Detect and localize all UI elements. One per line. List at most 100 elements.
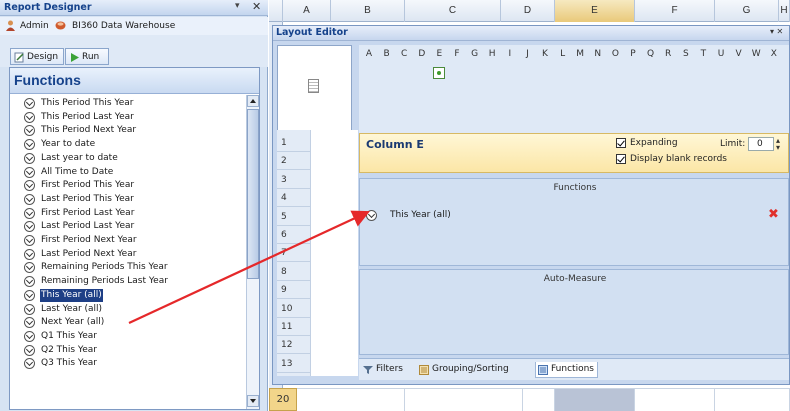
tab-design[interactable]: Design — [10, 48, 64, 65]
layout-row-number[interactable]: 2 — [277, 152, 310, 171]
limit-input[interactable]: 0 — [748, 137, 774, 151]
function-item[interactable]: This Year (all) — [24, 288, 103, 302]
function-item[interactable]: Last Period Last Year — [24, 220, 135, 233]
layout-column-letter[interactable]: P — [627, 49, 639, 59]
layout-column-letter[interactable]: X — [768, 49, 780, 59]
layout-column-letter[interactable]: M — [574, 49, 586, 59]
function-item[interactable]: Q1 This Year — [24, 330, 98, 343]
scroll-thumb[interactable] — [247, 109, 259, 279]
layout-thumbnail[interactable] — [277, 45, 352, 143]
tab-functions[interactable]: Functions — [535, 362, 598, 378]
function-expand-icon[interactable] — [366, 210, 377, 221]
layout-column-letter[interactable]: I — [504, 49, 516, 59]
expanding-checkbox[interactable] — [616, 138, 626, 148]
function-item[interactable]: All Time to Date — [24, 166, 114, 179]
function-item[interactable]: Year to date — [24, 138, 96, 151]
layout-row-number[interactable]: 7 — [277, 244, 310, 263]
layout-row-number[interactable]: 9 — [277, 281, 310, 300]
grid-cell[interactable] — [523, 388, 555, 411]
column-header[interactable]: F — [635, 0, 715, 22]
layout-editor: Layout Editor ▾ ✕ XWVUTSRQPONMLKJIHGFEDC… — [272, 25, 790, 385]
select-all-corner[interactable] — [269, 0, 283, 22]
display-blank-checkbox[interactable] — [616, 154, 626, 164]
layout-column-letter[interactable]: A — [363, 49, 375, 59]
designer-tabs: Design Run — [0, 35, 268, 67]
layout-column-letter[interactable]: N — [592, 49, 604, 59]
column-header[interactable]: G — [715, 0, 779, 22]
function-item[interactable]: This Period Last Year — [24, 111, 135, 124]
layout-row-number[interactable]: 12 — [277, 336, 310, 355]
column-properties: Column E Expanding Limit: 0 ▴ ▾ Display b… — [359, 133, 789, 173]
row-header-active[interactable]: 20 — [269, 388, 297, 411]
function-item[interactable]: Next Year (all) — [24, 316, 105, 329]
function-item[interactable]: Remaining Periods Last Year — [24, 275, 169, 288]
column-header[interactable]: D — [501, 0, 555, 22]
function-item[interactable]: First Period This Year — [24, 179, 135, 192]
layout-row-number[interactable]: 1 — [277, 134, 310, 152]
function-expand-icon — [24, 235, 35, 246]
column-header[interactable]: C — [405, 0, 501, 22]
grid-cell[interactable] — [297, 388, 405, 411]
layout-column-letter[interactable]: C — [398, 49, 410, 59]
layout-column-letter[interactable]: W — [750, 49, 762, 59]
scroll-up-icon[interactable] — [247, 95, 259, 107]
layout-column-letter[interactable]: F — [451, 49, 463, 59]
tab-grouping-sorting[interactable]: Grouping/Sorting — [417, 362, 512, 378]
layout-column-letter[interactable]: S — [680, 49, 692, 59]
pin-dropdown-icon[interactable]: ▾ ✕ — [770, 27, 783, 36]
function-item[interactable]: Last Period Next Year — [24, 248, 137, 261]
function-item[interactable]: Q3 This Year — [24, 357, 98, 370]
layout-row-number[interactable]: 11 — [277, 318, 310, 336]
layout-column-letter[interactable]: B — [381, 49, 393, 59]
function-item[interactable]: Q2 This Year — [24, 344, 98, 357]
function-item[interactable]: This Period Next Year — [24, 124, 137, 137]
layout-column-letter[interactable]: K — [539, 49, 551, 59]
layout-column-letter[interactable]: J — [521, 49, 533, 59]
column-marker-icon[interactable] — [433, 67, 445, 79]
function-item[interactable]: Last Year (all) — [24, 303, 103, 316]
functions-scrollbar[interactable] — [246, 95, 259, 409]
layout-column-letter[interactable]: R — [662, 49, 674, 59]
layout-row-number[interactable]: 8 — [277, 263, 310, 281]
layout-row-number[interactable]: 10 — [277, 300, 310, 318]
layout-column-letter[interactable]: Q — [645, 49, 657, 59]
scroll-down-icon[interactable] — [247, 395, 259, 407]
layout-column-letter[interactable]: O — [609, 49, 621, 59]
limit-spinner-icon[interactable]: ▴ ▾ — [776, 137, 786, 152]
layout-column-letter[interactable]: L — [557, 49, 569, 59]
tab-filters[interactable]: Filters — [361, 362, 406, 378]
column-header[interactable]: H — [779, 0, 790, 22]
layout-row-number[interactable]: 13 — [277, 355, 310, 373]
function-expand-icon — [24, 289, 35, 301]
column-header[interactable]: A — [283, 0, 331, 22]
function-item[interactable]: First Period Last Year — [24, 207, 135, 220]
layout-row-number[interactable]: 4 — [277, 189, 310, 208]
grid-cell[interactable] — [405, 388, 523, 411]
tab-run[interactable]: Run — [65, 48, 109, 65]
layout-column-letter[interactable]: E — [433, 49, 445, 59]
layout-column-letter[interactable]: T — [697, 49, 709, 59]
grid-cell-selected[interactable] — [555, 388, 635, 411]
layout-row-number[interactable]: 3 — [277, 171, 310, 189]
function-item[interactable]: Remaining Periods This Year — [24, 261, 169, 274]
function-item[interactable]: First Period Next Year — [24, 234, 138, 247]
function-item[interactable]: This Period This Year — [24, 97, 134, 110]
layout-row-number[interactable]: 5 — [277, 208, 310, 226]
layout-column-letter[interactable]: D — [416, 49, 428, 59]
layout-row-grid — [310, 130, 358, 376]
grid-cell[interactable] — [635, 388, 715, 411]
layout-column-letter[interactable]: G — [469, 49, 481, 59]
layout-column-letter[interactable]: H — [486, 49, 498, 59]
layout-column-letter[interactable]: U — [715, 49, 727, 59]
function-item[interactable]: Last year to date — [24, 152, 119, 165]
column-header[interactable]: B — [331, 0, 405, 22]
layout-column-letter[interactable]: V — [733, 49, 745, 59]
grid-cell[interactable] — [715, 388, 790, 411]
report-designer-pane: Report Designer ▾ ✕ Admin BI360 Data War… — [0, 0, 268, 411]
column-header[interactable]: E — [555, 0, 635, 22]
layout-row-number[interactable]: 6 — [277, 226, 310, 244]
function-item[interactable]: Last Period This Year — [24, 193, 135, 206]
pin-dropdown-icon[interactable]: ▾ — [235, 1, 240, 11]
delete-icon[interactable]: ✖ — [768, 207, 779, 222]
close-icon[interactable]: ✕ — [252, 0, 261, 13]
